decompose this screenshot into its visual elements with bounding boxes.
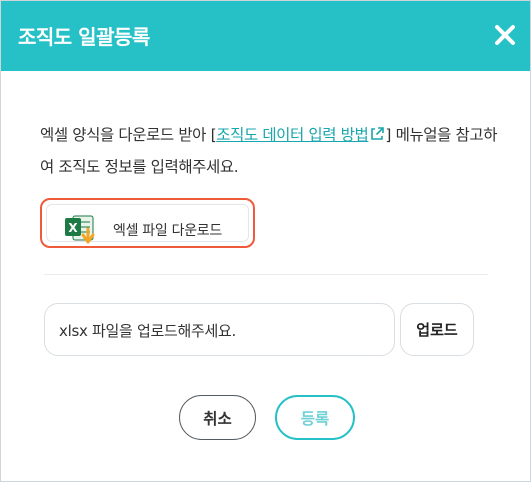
file-input-text: xlsx 파일을 업로드해주세요. (59, 322, 236, 340)
upload-button[interactable]: 업로드 (400, 303, 474, 356)
svg-text:X: X (68, 221, 78, 235)
manual-link-label: 조직도 데이터 입력 방법 (216, 126, 369, 144)
register-button[interactable]: 등록 (275, 395, 355, 440)
divider (44, 274, 488, 275)
cancel-button[interactable]: 취소 (179, 395, 256, 440)
excel-download-button[interactable]: X 엑셀 파일 다운로드 (40, 198, 255, 248)
external-link-icon (369, 122, 385, 152)
file-input-field[interactable]: xlsx 파일을 업로드해주세요. (44, 303, 395, 356)
manual-link[interactable]: 조직도 데이터 입력 방법 (216, 126, 385, 144)
excel-download-icon: X (64, 213, 100, 245)
bulk-org-register-dialog: 조직도 일괄등록 엑셀 양식을 다운로드 받아 [조직도 데이터 입력 방법 ]… (0, 0, 531, 482)
excel-download-label: 엑셀 파일 다운로드 (113, 223, 222, 239)
excel-download-button-inner: X 엑셀 파일 다운로드 (46, 204, 249, 245)
instruction-text-before: 엑셀 양식을 다운로드 받아 [ (40, 126, 217, 144)
dialog-title: 조직도 일괄등록 (18, 25, 150, 49)
instruction-text: 엑셀 양식을 다운로드 받아 [조직도 데이터 입력 방법 ] 메뉴얼을 참고하… (40, 120, 500, 182)
dialog-header: 조직도 일괄등록 (1, 1, 530, 71)
close-icon[interactable] (491, 21, 519, 49)
